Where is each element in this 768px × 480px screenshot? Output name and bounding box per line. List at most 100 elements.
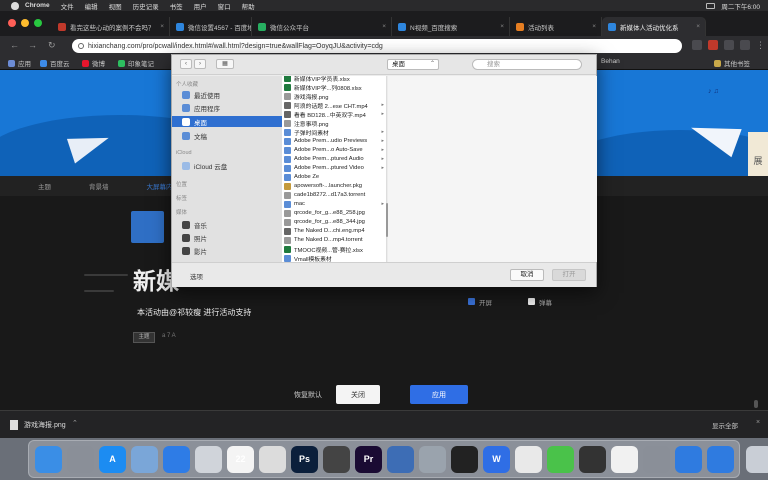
chevron-up-icon[interactable]: ⌃ — [72, 419, 78, 427]
safari-icon[interactable] — [163, 445, 190, 473]
menu-edit[interactable]: 编辑 — [85, 1, 98, 11]
theme-chip[interactable]: 主题 — [133, 332, 155, 343]
file-row[interactable]: Vmall模板素材 — [282, 253, 386, 262]
show-all-button[interactable]: 显示全部 — [712, 420, 738, 430]
wps-icon[interactable]: W — [483, 445, 510, 473]
calendar-icon[interactable]: 22 — [227, 445, 254, 473]
sidebar-item[interactable]: 文稿 — [172, 130, 282, 141]
menubar-clock[interactable]: 周二下午6:00 — [721, 1, 760, 11]
wechat-icon[interactable] — [547, 445, 574, 473]
close-window-icon[interactable] — [8, 19, 16, 27]
bookmark-item[interactable]: 其他书签 — [714, 58, 750, 68]
finder-icon[interactable] — [35, 445, 62, 473]
extension-icon[interactable] — [708, 40, 718, 50]
close-tab-icon[interactable]: × — [592, 23, 596, 30]
back-icon[interactable]: ← — [10, 40, 19, 50]
download-manager-icon[interactable] — [707, 445, 734, 473]
extension-icon[interactable] — [692, 40, 702, 50]
dialog-search-input[interactable]: 搜索 — [472, 59, 582, 70]
nav-item[interactable]: 主题 — [38, 181, 51, 191]
apple-icon[interactable] — [11, 1, 19, 10]
site-info-icon[interactable] — [78, 43, 84, 49]
download-item[interactable]: 游戏海报.png — [10, 420, 66, 430]
font-options[interactable]: a 7 A — [162, 333, 176, 339]
view-icon[interactable]: ▦ — [216, 59, 234, 69]
browser-tab[interactable]: 微信公众平台 × — [252, 17, 392, 36]
cancel-button[interactable]: 取消 — [510, 269, 544, 281]
obs-icon[interactable] — [451, 445, 478, 473]
zoom-window-icon[interactable] — [34, 19, 42, 27]
menu-file[interactable]: 文件 — [61, 1, 74, 11]
sidebar-item[interactable]: 照片 — [172, 232, 282, 243]
sidebar-item[interactable]: 应用程序 — [172, 102, 282, 113]
nav-item[interactable]: 背景墙 — [89, 181, 109, 191]
address-bar[interactable]: hixianchang.com/pro/pcwall/index.html#/w… — [72, 39, 682, 53]
screen-recorder-icon[interactable] — [387, 445, 414, 473]
preview-icon[interactable] — [131, 445, 158, 473]
browser-tab[interactable]: 活动列表 × — [510, 17, 602, 36]
profile-icon[interactable] — [740, 40, 750, 50]
preview-2-icon[interactable] — [643, 445, 670, 473]
bookmark-item[interactable]: Behan — [601, 58, 620, 65]
close-tab-icon[interactable]: × — [160, 23, 164, 30]
bookmark-item[interactable]: 印象笔记 — [118, 58, 154, 68]
close-button[interactable]: 关闭 — [336, 385, 380, 404]
sidebar-item[interactable]: 最近使用 — [172, 89, 282, 100]
app-store-icon[interactable]: A — [99, 445, 126, 473]
page-scrollbar[interactable] — [754, 400, 758, 408]
apply-button[interactable]: 应用 — [410, 385, 468, 404]
dreamweaver-icon[interactable] — [323, 445, 350, 473]
menu-help[interactable]: 帮助 — [242, 1, 255, 11]
browser-tab-active[interactable]: 新媒体人活动优化系 × — [602, 17, 706, 36]
reload-icon[interactable]: ↻ — [48, 40, 56, 51]
close-tab-icon[interactable]: × — [382, 23, 386, 30]
browser-tab[interactable]: 微信设置4567 - 百度地图× — [170, 17, 252, 36]
browser-tab[interactable]: 看完这些心动的案例不会吗？ × — [52, 17, 170, 36]
sidebar-item[interactable]: iCloud 云盘 — [172, 160, 282, 171]
sidebar-item-selected[interactable]: 桌面 — [172, 116, 282, 127]
menu-history[interactable]: 历史记录 — [133, 1, 159, 11]
side-badge[interactable]: 展 — [748, 132, 768, 176]
sidebar-item[interactable]: 影片 — [172, 245, 282, 256]
launchpad-icon[interactable] — [67, 445, 94, 473]
options-button[interactable]: 选项 — [190, 271, 203, 281]
close-icon[interactable]: × — [756, 419, 760, 426]
baidu-netdisk-icon[interactable] — [675, 445, 702, 473]
checkbox-checked[interactable] — [468, 298, 475, 305]
trash-icon[interactable] — [746, 445, 768, 473]
forward-icon[interactable]: › — [194, 59, 206, 69]
mail-icon[interactable] — [419, 445, 446, 473]
bookmark-item[interactable]: 百度云 — [40, 58, 70, 68]
forward-icon[interactable]: → — [28, 40, 37, 50]
restore-default-button[interactable]: 恢复默认 — [286, 385, 330, 404]
chrome-icon[interactable] — [259, 445, 286, 473]
notes-icon[interactable] — [611, 445, 638, 473]
menu-window[interactable]: 窗口 — [218, 1, 231, 11]
battery-icon[interactable] — [706, 2, 716, 9]
bookmark-item[interactable]: 微博 — [82, 58, 105, 68]
menu-app[interactable]: Chrome — [25, 2, 50, 9]
file-icon — [284, 209, 291, 217]
menu-bookmarks[interactable]: 书签 — [170, 1, 183, 11]
music-icon[interactable] — [579, 445, 606, 473]
menu-people[interactable]: 用户 — [194, 1, 207, 11]
close-tab-icon[interactable]: × — [696, 23, 700, 30]
folder-icon — [284, 128, 291, 136]
menu-view[interactable]: 视图 — [109, 1, 122, 11]
close-tab-icon[interactable]: × — [500, 23, 504, 30]
bookmark-item[interactable]: 应用 — [8, 58, 31, 68]
premiere-icon[interactable]: Pr — [355, 445, 382, 473]
browser-tab[interactable]: N视频_百度搜索 × — [392, 17, 510, 36]
minimize-window-icon[interactable] — [21, 19, 29, 27]
qq-icon[interactable] — [515, 445, 542, 473]
extension-icon[interactable] — [724, 40, 734, 50]
close-tab-icon[interactable]: × — [242, 23, 246, 30]
back-icon[interactable]: ‹ — [180, 59, 192, 69]
checkbox-unchecked[interactable] — [528, 298, 535, 305]
photoshop-icon[interactable]: Ps — [291, 445, 318, 473]
open-button[interactable]: 打开 — [552, 269, 586, 281]
photos-icon[interactable] — [195, 445, 222, 473]
menu-kebab-icon[interactable]: ⋮ — [756, 40, 765, 51]
sidebar-item[interactable]: 音乐 — [172, 219, 282, 230]
music-icon — [182, 220, 190, 229]
